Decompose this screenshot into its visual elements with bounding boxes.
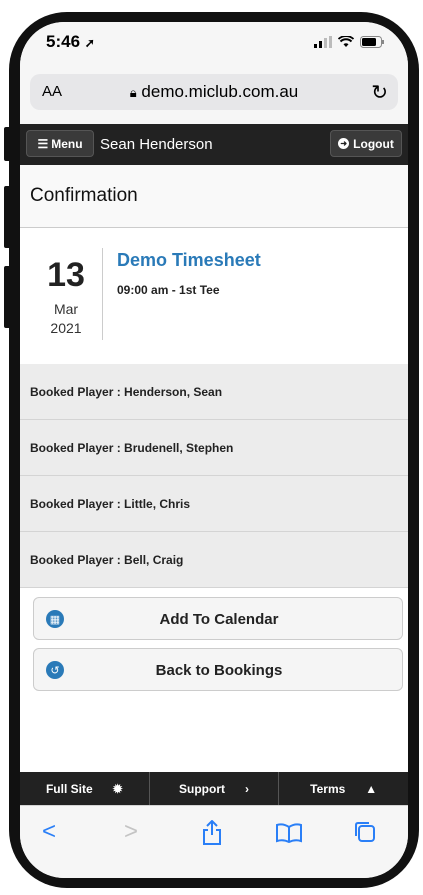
support-label: Support [179,781,225,796]
address-bar[interactable]: AA 🔒︎ demo.miclub.com.au ↻ [30,74,398,110]
add-to-calendar-button[interactable]: ▦ Add To Calendar [33,597,403,640]
event-time-tee: 09:00 am - 1st Tee [117,283,220,297]
list-item: Booked Player : Henderson, Sean [20,364,408,420]
chevron-right-icon: › [245,781,249,796]
add-to-calendar-label: Add To Calendar [159,611,279,628]
booked-players-list: Booked Player : Henderson, Sean Booked P… [20,364,408,588]
full-site-label: Full Site [45,781,93,796]
back-to-bookings-button[interactable]: ↺ Back to Bookings [33,648,403,691]
event-date: 13 Mar 2021 [30,248,103,340]
terms-link[interactable]: Terms ▲ [279,772,408,805]
signal-icon [314,36,332,48]
terms-label: Terms [310,781,346,796]
list-item: Booked Player : Bell, Craig [20,532,408,588]
reload-icon[interactable]: ↻ [371,80,388,105]
share-icon[interactable] [201,820,223,846]
logout-icon: ➜ [338,138,350,149]
logout-button[interactable]: ➜ Logout [330,130,402,157]
location-icon: ➚ [84,36,95,50]
status-icons [314,36,384,48]
footer-bar: Full Site ✹ Support › Terms ▲ [20,772,408,805]
user-name: Sean Henderson [100,136,213,153]
lock-icon: 🔒︎ [129,85,137,100]
forward-icon[interactable]: > [124,818,138,846]
back-to-bookings-label: Back to Bookings [155,662,283,679]
bookmarks-icon[interactable] [276,823,302,843]
list-item: Booked Player : Little, Chris [20,476,408,532]
page-title: Confirmation [30,185,138,206]
event-day: 13 [47,256,85,294]
screen: 5:46 ➚ AA 🔒︎ demo.miclub.com.au ↻ ☰ Menu… [20,22,408,878]
wifi-icon [338,36,354,47]
tabs-icon[interactable] [354,821,376,843]
battery-icon [360,36,384,48]
warning-icon: ▲ [365,781,378,796]
menu-button[interactable]: ☰ Menu [26,130,94,157]
event-summary: 13 Mar 2021 Demo Timesheet 09:00 am - 1s… [20,228,408,365]
status-time-text: 5:46 [46,32,81,51]
back-icon[interactable]: < [42,818,56,846]
safari-top-bar: 5:46 ➚ AA 🔒︎ demo.miclub.com.au ↻ [20,22,408,125]
event-title: Demo Timesheet [117,250,261,270]
logout-label: Logout [353,136,394,151]
phone-frame: 5:46 ➚ AA 🔒︎ demo.miclub.com.au ↻ ☰ Menu… [0,0,423,895]
hamburger-icon: ☰ [37,136,49,151]
safari-toolbar: < > [20,805,408,878]
list-item: Booked Player : Brudenell, Stephen [20,420,408,476]
support-link[interactable]: Support › [150,772,280,805]
full-site-link[interactable]: Full Site ✹ [20,772,150,805]
gear-icon: ✹ [112,781,123,796]
event-year: 2021 [50,320,82,336]
status-time: 5:46 ➚ [46,32,95,52]
event-month: Mar [53,301,79,317]
app-header: ☰ Menu Sean Henderson ➜ Logout [20,124,408,165]
page-title-bar: Confirmation [20,165,408,228]
menu-label: Menu [51,136,83,151]
url-text: demo.miclub.com.au [141,82,299,101]
url-field[interactable]: 🔒︎ demo.miclub.com.au [30,82,398,102]
